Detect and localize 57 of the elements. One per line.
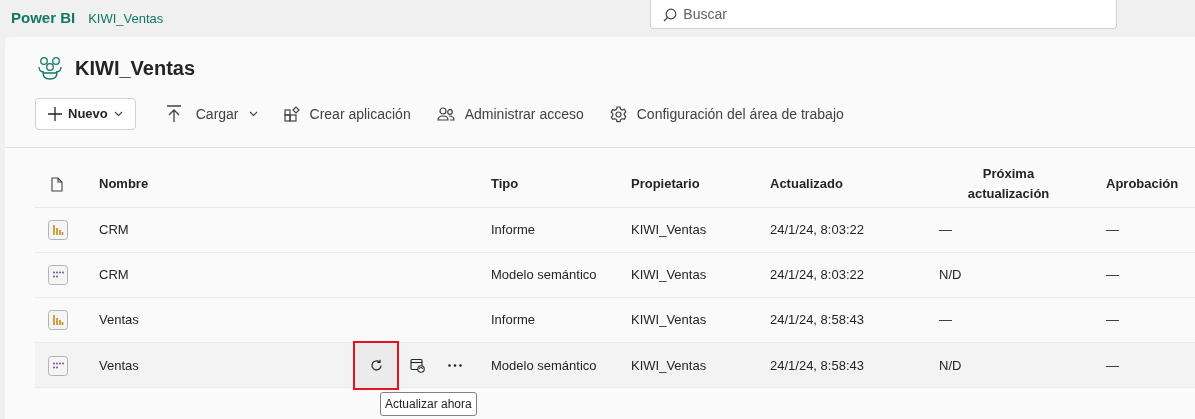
next-refresh-cell: N/D [939, 267, 962, 283]
plus-icon [48, 107, 62, 121]
owner-cell: KIWI_Ventas [631, 267, 707, 283]
column-header[interactable]: Tipo [477, 174, 519, 194]
semantic-model-icon [48, 355, 68, 376]
type-cell: Modelo semántico [491, 357, 597, 373]
updated-cell: 24/1/24, 8:58:43 [770, 312, 864, 328]
updated-cell: 24/1/24, 8:58:43 [770, 357, 864, 373]
type-cell: Informe [491, 312, 536, 328]
owner-cell: KIWI_Ventas [631, 312, 707, 328]
next-refresh-cell: — [939, 222, 952, 238]
owner-cell: KIWI_Ventas [631, 222, 707, 238]
semantic-model-icon [48, 265, 68, 285]
report-icon [48, 310, 68, 330]
workspace-link[interactable]: KIWI_Ventas [88, 8, 164, 29]
approval-cell: — [1106, 222, 1119, 238]
owner-cell: KIWI_Ventas [631, 357, 707, 373]
toolbar-button[interactable]: Administrar acceso [424, 98, 596, 130]
workspace-title: KIWI_Ventas [75, 56, 196, 81]
item-name-link[interactable]: CRM [99, 265, 129, 285]
next-refresh-cell: — [939, 312, 952, 328]
toolbar-button[interactable]: Crear aplicación [271, 98, 423, 130]
calendar-refresh-icon [409, 358, 425, 373]
item-name-link[interactable]: Ventas [99, 310, 139, 330]
tooltip: Actualizar ahora [380, 392, 477, 416]
updated-cell: 24/1/24, 8:03:22 [770, 222, 864, 238]
search-field[interactable]: Buscar [650, 0, 1118, 29]
upload-icon [165, 105, 182, 123]
people-icon [436, 106, 455, 122]
type-cell: Modelo semántico [491, 267, 597, 283]
more-icon [448, 364, 462, 367]
column-header[interactable]: Aprobación [1092, 174, 1179, 194]
apps-icon [283, 106, 300, 122]
item-name-link[interactable]: Ventas [99, 355, 139, 376]
approval-cell: — [1106, 357, 1119, 373]
toolbar-button[interactable]: Cargar [153, 98, 270, 130]
product-name[interactable]: Power BI [11, 7, 76, 30]
column-header[interactable]: Propietario [617, 174, 700, 194]
approval-cell: — [1106, 267, 1119, 283]
column-header[interactable]: Actualizado [756, 174, 843, 194]
search-icon [663, 8, 678, 22]
updated-cell: 24/1/24, 8:03:22 [770, 267, 864, 283]
settings-icon [609, 105, 627, 123]
column-header[interactable]: Próxima actualización [958, 164, 1059, 204]
new-button[interactable]: Nuevo [35, 98, 136, 130]
report-icon [48, 220, 68, 240]
next-refresh-cell: N/D [939, 357, 962, 373]
people-icon [37, 56, 63, 80]
refresh-icon [369, 359, 383, 372]
type-cell: Informe [491, 222, 536, 238]
item-name-link[interactable]: CRM [99, 220, 129, 240]
file-icon [51, 176, 63, 192]
table-row[interactable]: CRM Informe KIWI_Ventas 24/1/24, 8:03:22 — — [35, 208, 1195, 253]
column-header[interactable]: Nombre [85, 174, 149, 194]
toolbar-button[interactable]: Configuración del área de trabajo [597, 98, 856, 130]
table-row[interactable]: CRM Modelo semántico KIWI_Ventas 24/1/24, 8:03:22 N/D — [35, 253, 1195, 298]
approval-cell: — [1106, 312, 1119, 328]
